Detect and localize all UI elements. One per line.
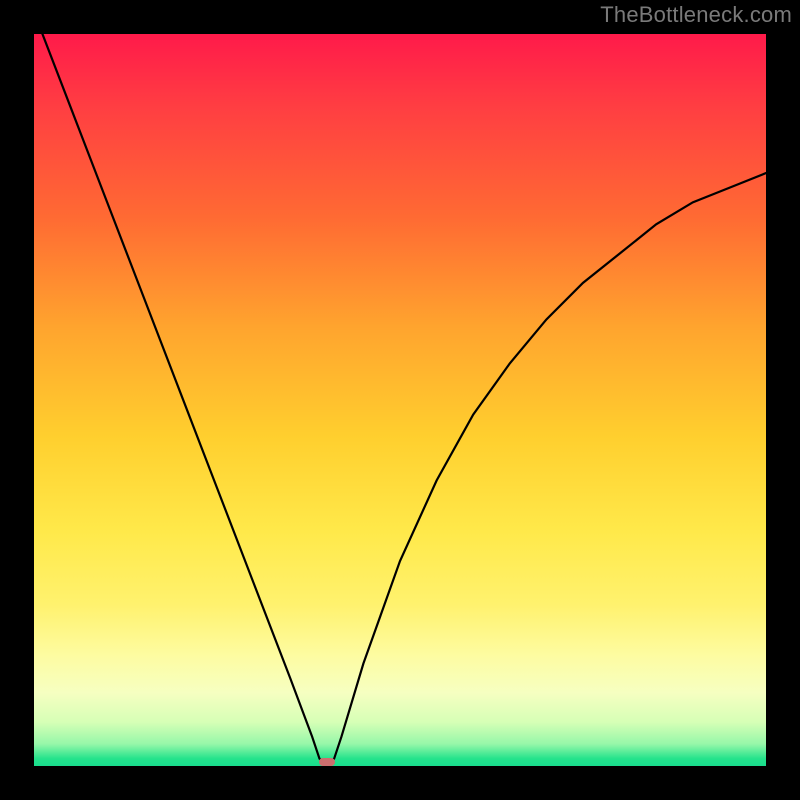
chart-frame: TheBottleneck.com bbox=[0, 0, 800, 800]
plot-area bbox=[34, 34, 766, 766]
watermark-text: TheBottleneck.com bbox=[600, 2, 792, 28]
minimum-marker bbox=[319, 758, 335, 766]
bottleneck-curve bbox=[34, 34, 766, 766]
